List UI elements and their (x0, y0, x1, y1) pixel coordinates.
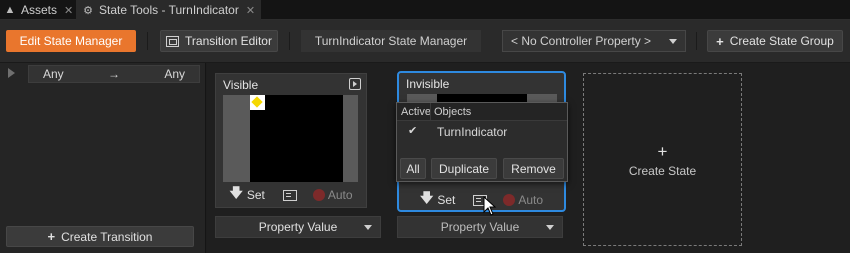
arrow-down-icon: 🡇 (229, 185, 243, 200)
all-button[interactable]: All (400, 158, 426, 179)
transition-row[interactable]: Any → Any (6, 65, 200, 83)
column-divider (430, 103, 431, 121)
property-value-label: Property Value (440, 220, 520, 234)
chevron-down-icon (364, 225, 372, 230)
tab-strip: ▲ Assets ✕ ⚙ State Tools - TurnIndicator… (0, 0, 850, 20)
create-transition-label: Create Transition (61, 229, 153, 244)
transition-item[interactable]: Any → Any (28, 65, 200, 83)
toolbar-divider (289, 32, 290, 50)
state-title: Visible (223, 78, 259, 92)
state-actions: 🡇 Set Auto (216, 184, 366, 206)
column-objects: Objects (434, 106, 472, 118)
plus-icon: + (47, 229, 56, 244)
tab-state-tools[interactable]: ⚙ State Tools - TurnIndicator ✕ (76, 0, 262, 20)
transitions-panel: Any → Any + Create Transition (0, 63, 206, 253)
arrow-down-icon: 🡇 (419, 190, 434, 205)
auto-label: Auto (327, 188, 353, 202)
state-actions: 🡇 Set Auto (399, 189, 564, 211)
toolbar: Edit State Manager Transition Editor Tur… (0, 20, 850, 63)
transition-from: Any (43, 67, 64, 81)
state-title: Invisible (406, 77, 450, 91)
chevron-down-icon (546, 225, 554, 230)
record-icon (503, 194, 516, 206)
set-button[interactable]: 🡇 Set (420, 189, 455, 211)
create-state-label: Create State (628, 163, 697, 178)
auto-toggle[interactable]: Auto (503, 193, 543, 207)
state-card-visible[interactable]: Visible 🡇 Set Auto (215, 73, 367, 208)
property-value-dropdown[interactable]: Property Value (215, 216, 381, 238)
transition-editor-icon (166, 35, 180, 47)
record-icon (312, 189, 325, 201)
state-preview (223, 95, 358, 182)
checkmark-icon[interactable]: ✔ (408, 124, 417, 137)
close-icon[interactable]: ✕ (64, 4, 73, 17)
arrow-right-icon: → (108, 67, 120, 81)
properties-icon[interactable] (282, 189, 297, 201)
table-row[interactable]: ✔ TurnIndicator (397, 122, 567, 141)
state-manager-name: TurnIndicator State Manager (301, 30, 481, 52)
create-state-group-button[interactable]: + Create State Group (707, 30, 843, 52)
auto-toggle[interactable]: Auto (312, 188, 353, 202)
tab-assets-label: Assets (21, 3, 58, 17)
transition-editor-label: Transition Editor (185, 34, 272, 48)
toolbar-divider (147, 32, 148, 50)
turn-indicator-thumbnail (250, 95, 265, 110)
tab-assets[interactable]: ▲ Assets ✕ (4, 0, 74, 20)
close-icon[interactable]: ✕ (246, 4, 255, 17)
popup-header: Active Objects (397, 103, 567, 121)
duplicate-button[interactable]: Duplicate (431, 158, 497, 179)
controller-property-value: < No Controller Property > (511, 34, 652, 48)
edit-state-manager-button[interactable]: Edit State Manager (6, 30, 136, 52)
property-value-label: Property Value (258, 220, 338, 234)
set-label: Set (246, 188, 265, 202)
toolbar-divider (696, 32, 697, 50)
assets-icon: ▲ (4, 4, 16, 16)
controller-property-dropdown[interactable]: < No Controller Property > (502, 30, 686, 52)
state-objects-popup: Active Objects ✔ TurnIndicator All Dupli… (396, 102, 568, 182)
tab-state-tools-label: State Tools - TurnIndicator (99, 3, 239, 17)
gear-icon: ⚙ (83, 4, 93, 17)
play-state-icon[interactable] (349, 78, 361, 90)
set-button[interactable]: 🡇 Set (229, 184, 264, 206)
create-state-group-label: Create State Group (729, 34, 834, 48)
transition-editor-button[interactable]: Transition Editor (160, 30, 278, 52)
auto-label: Auto (518, 193, 544, 207)
transition-to: Any (164, 67, 185, 81)
property-value-dropdown[interactable]: Property Value (397, 216, 563, 238)
object-name: TurnIndicator (437, 125, 508, 139)
plus-icon: + (716, 33, 724, 49)
play-icon[interactable] (8, 68, 15, 78)
create-state-button[interactable]: + Create State (583, 73, 742, 246)
create-transition-button[interactable]: + Create Transition (6, 226, 194, 247)
set-label: Set (437, 193, 456, 207)
column-active: Active (401, 106, 431, 118)
chevron-down-icon (669, 38, 677, 44)
remove-button[interactable]: Remove (503, 158, 564, 179)
plus-icon: + (657, 141, 668, 161)
